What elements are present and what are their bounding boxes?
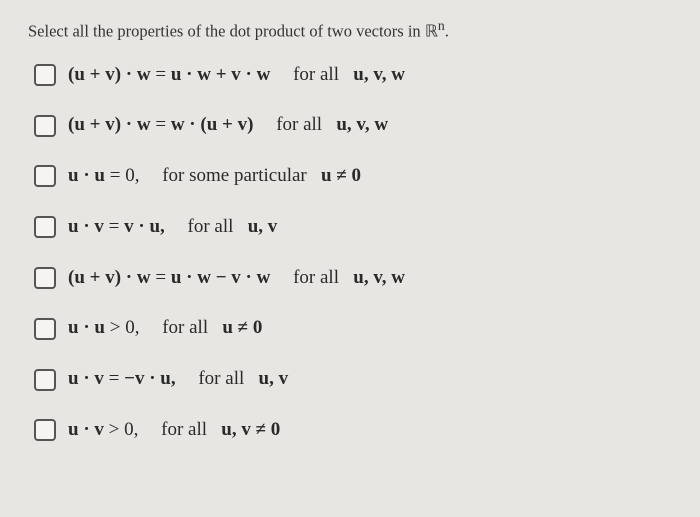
option-expression: (u + v) · w = w · (u + v) for all u, v, …: [68, 114, 388, 137]
quantifier: for all: [293, 64, 339, 85]
quantifier: for all: [276, 114, 322, 135]
checkbox[interactable]: [34, 318, 56, 340]
option-expression: u · u > 0, for all u ≠ 0: [68, 317, 262, 340]
expr-rhs: u · w + v · w: [171, 64, 271, 85]
option-expression: u · u = 0, for some particular u ≠ 0: [68, 165, 361, 188]
expr-eq: =: [104, 216, 124, 237]
question-prompt: Select all the properties of the dot pro…: [28, 18, 672, 42]
expr-lhs: u · u: [68, 317, 105, 338]
checkbox[interactable]: [34, 165, 56, 187]
option-expression: u · v = v · u, for all u, v: [68, 216, 277, 239]
real-symbol: ℝ: [425, 22, 438, 41]
expr-rhs-plain: 0,: [125, 317, 139, 338]
expr-eq: >: [104, 419, 124, 440]
quantifier: for all: [161, 419, 207, 440]
checkbox[interactable]: [34, 267, 56, 289]
expr-eq: =: [151, 114, 171, 135]
checkbox[interactable]: [34, 216, 56, 238]
option-row: (u + v) · w = u · w − v · w for all u, v…: [34, 267, 672, 290]
option-row: (u + v) · w = w · (u + v) for all u, v, …: [34, 114, 672, 137]
quantifier: for all: [188, 216, 234, 237]
quant-vars: u, v: [248, 216, 278, 237]
question-container: Select all the properties of the dot pro…: [0, 0, 700, 452]
expr-lhs: (u + v) · w: [68, 267, 151, 288]
expr-eq: >: [105, 317, 125, 338]
expr-rhs: v · u,: [124, 216, 165, 237]
expr-rhs: −v · u,: [124, 368, 175, 389]
quant-vars: u, v, w: [353, 64, 405, 85]
checkbox[interactable]: [34, 419, 56, 441]
expr-lhs: u · u: [68, 165, 105, 186]
checkbox[interactable]: [34, 115, 56, 137]
option-expression: u · v = −v · u, for all u, v: [68, 368, 288, 391]
checkbox[interactable]: [34, 369, 56, 391]
prompt-period: .: [445, 22, 449, 41]
quant-vars: u, v ≠ 0: [221, 419, 280, 440]
quantifier: for all: [293, 267, 339, 288]
quantifier: for some particular: [162, 165, 307, 186]
quant-vars: u, v, w: [353, 267, 405, 288]
option-expression: (u + v) · w = u · w + v · w for all u, v…: [68, 64, 405, 87]
expr-lhs: u · v: [68, 419, 104, 440]
expr-rhs-plain: 0,: [125, 165, 139, 186]
expr-rhs: u · w − v · w: [171, 267, 271, 288]
quantifier: for all: [198, 368, 244, 389]
prompt-text: Select all the properties of the dot pro…: [28, 22, 425, 41]
checkbox[interactable]: [34, 64, 56, 86]
quant-vars: u, v: [259, 368, 289, 389]
expr-eq: =: [104, 368, 124, 389]
option-row: u · u = 0, for some particular u ≠ 0: [34, 165, 672, 188]
expr-eq: =: [151, 64, 171, 85]
quant-vars: u ≠ 0: [222, 317, 262, 338]
option-row: (u + v) · w = u · w + v · w for all u, v…: [34, 64, 672, 87]
expr-eq: =: [105, 165, 125, 186]
expr-rhs-plain: 0,: [124, 419, 138, 440]
quant-vars: u, v, w: [336, 114, 388, 135]
option-expression: u · v > 0, for all u, v ≠ 0: [68, 419, 280, 442]
quantifier: for all: [162, 317, 208, 338]
option-row: u · u > 0, for all u ≠ 0: [34, 317, 672, 340]
expr-lhs: u · v: [68, 216, 104, 237]
option-row: u · v = −v · u, for all u, v: [34, 368, 672, 391]
expr-lhs: u · v: [68, 368, 104, 389]
option-row: u · v = v · u, for all u, v: [34, 216, 672, 239]
expr-rhs: w · (u + v): [171, 114, 254, 135]
expr-lhs: (u + v) · w: [68, 64, 151, 85]
exponent-n: n: [438, 18, 445, 33]
option-expression: (u + v) · w = u · w − v · w for all u, v…: [68, 267, 405, 290]
expr-eq: =: [151, 267, 171, 288]
expr-lhs: (u + v) · w: [68, 114, 151, 135]
quant-vars: u ≠ 0: [321, 165, 361, 186]
option-row: u · v > 0, for all u, v ≠ 0: [34, 419, 672, 442]
